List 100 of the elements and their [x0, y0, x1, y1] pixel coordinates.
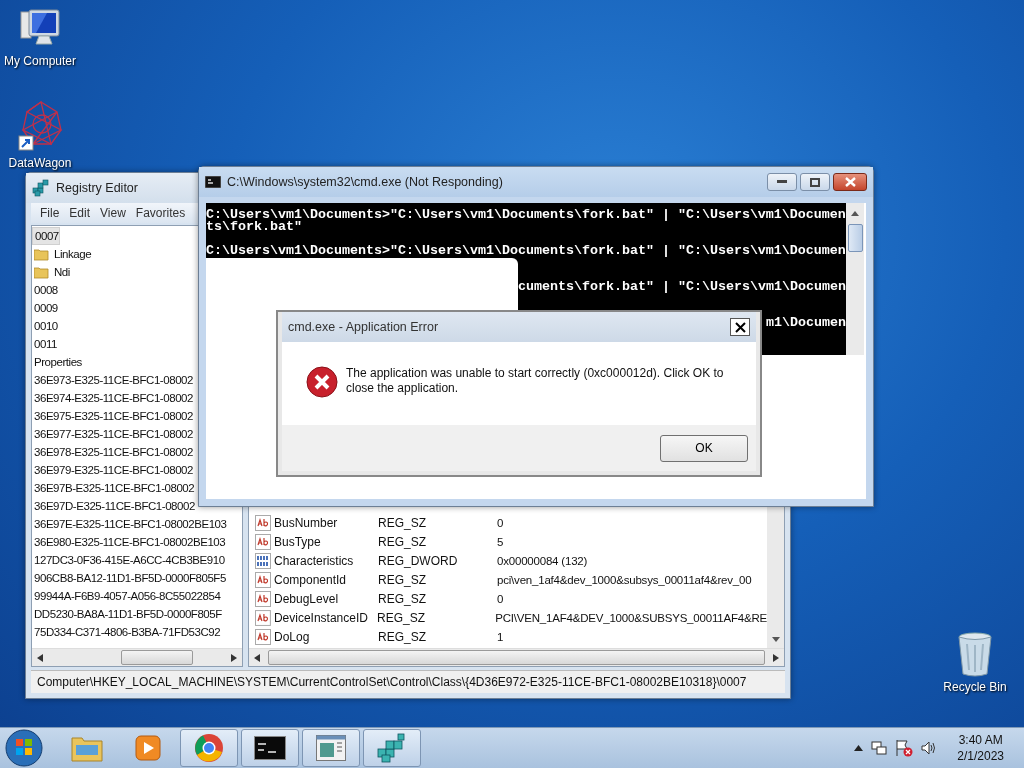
- up-arrow-icon[interactable]: [851, 211, 859, 216]
- tree-item[interactable]: 906CB8-BA12-11D1-BF5D-0000F805F5: [32, 569, 226, 587]
- scroll-thumb[interactable]: [121, 650, 193, 665]
- console-icon: [254, 736, 286, 760]
- window-title: C:\Windows\system32\cmd.exe (Not Responding): [227, 175, 503, 189]
- tree-item[interactable]: 36E97D-E325-11CE-BFC1-08002: [32, 497, 195, 515]
- tree-item[interactable]: 36E974-E325-11CE-BFC1-08002: [32, 389, 193, 407]
- tree-item[interactable]: 0010: [32, 317, 58, 335]
- up-caret-icon[interactable]: [854, 745, 864, 751]
- ok-button[interactable]: OK: [660, 434, 748, 462]
- clock-date[interactable]: 2/1/2023: [957, 748, 1004, 764]
- value-type: REG_SZ: [378, 572, 427, 587]
- close-button[interactable]: [833, 173, 867, 191]
- left-arrow-icon[interactable]: [254, 653, 260, 662]
- value-data: pci\ven_1af4&dev_1000&subsys_00011af4&rev_00: [497, 573, 752, 586]
- string-value-icon: [255, 590, 271, 607]
- tree-item[interactable]: 36E978-E325-11CE-BFC1-08002: [32, 443, 193, 461]
- value-name: BusType: [274, 534, 322, 549]
- maximize-button[interactable]: [800, 173, 830, 191]
- value-name: Characteristics: [274, 553, 355, 568]
- cubes-icon: [376, 733, 408, 763]
- value-type: REG_SZ: [378, 591, 427, 606]
- tree-item[interactable]: 0009: [32, 299, 58, 317]
- value-name: BusNumber: [274, 515, 339, 530]
- desktop-icon-label: Recycle Bin: [943, 680, 1007, 694]
- value-type: REG_SZ: [378, 534, 427, 549]
- tree-item[interactable]: Ndi: [54, 263, 70, 281]
- tree-item[interactable]: 36E979-E325-11CE-BFC1-08002: [32, 461, 193, 479]
- close-icon: [734, 321, 746, 333]
- left-arrow-icon[interactable]: [37, 653, 43, 662]
- value-name: ComponentId: [274, 572, 348, 587]
- string-value-icon: [255, 514, 271, 531]
- window-icon: [316, 735, 346, 761]
- down-arrow-icon[interactable]: [771, 637, 780, 642]
- folder-icon: [71, 734, 103, 762]
- value-type: REG_SZ: [377, 610, 427, 625]
- vertical-scrollbar[interactable]: [767, 506, 784, 648]
- minimize-icon: [777, 180, 787, 184]
- scroll-thumb[interactable]: [847, 224, 863, 252]
- menu-item[interactable]: View: [95, 203, 131, 223]
- value-data: 0: [497, 516, 504, 529]
- value-type: REG_SZ: [378, 629, 427, 644]
- tree-item[interactable]: 127DC3-0F36-415E-A6CC-4CB3BE910: [32, 551, 225, 569]
- value-type: REG_DWORD: [378, 553, 459, 568]
- horizontal-scrollbar[interactable]: [249, 648, 784, 666]
- tree-item[interactable]: 36E975-E325-11CE-BFC1-08002: [32, 407, 193, 425]
- tree-item[interactable]: 0007: [32, 227, 60, 245]
- tree-item[interactable]: Linkage: [54, 245, 92, 263]
- value-name: DoLog: [274, 629, 311, 644]
- error-message: The application was unable to start correctly (0xc000012d). Click OK to close the application.: [346, 366, 725, 396]
- close-icon: [844, 177, 856, 187]
- status-bar: Computer\HKEY_LOCAL_MACHINE\SYSTEM\CurrentControlSet\Control\Class\{4D36E972-E325-11CE-BFC1-08002BE10318}\0007: [31, 670, 785, 693]
- speaker-icon[interactable]: [921, 740, 938, 756]
- maximize-icon: [810, 177, 820, 187]
- recycle-bin-icon[interactable]: [955, 630, 995, 678]
- string-value-icon: [255, 628, 271, 645]
- start-button[interactable]: [4, 728, 44, 768]
- tree-item[interactable]: 36E97B-E325-11CE-BFC1-08002: [32, 479, 195, 497]
- menu-item[interactable]: File: [35, 203, 65, 223]
- tree-item[interactable]: DD5230-BA8A-11D1-BF5D-0000F805F: [32, 605, 222, 623]
- tree-item[interactable]: Properties: [32, 353, 82, 371]
- scroll-thumb[interactable]: [268, 650, 765, 665]
- value-type: REG_SZ: [378, 515, 427, 530]
- console-line: C:\Users\vm1\Documents>"C:\Users\vm1\Documents\fork.bat" | "C:\Users\vm1\Documen: [206, 207, 846, 222]
- value-data: 1: [497, 630, 504, 643]
- close-button[interactable]: [730, 318, 750, 336]
- right-arrow-icon[interactable]: [231, 653, 237, 662]
- flag-icon[interactable]: [895, 739, 914, 757]
- folder-icon: [34, 265, 49, 279]
- taskbar-button[interactable]: [241, 729, 299, 767]
- minimize-button[interactable]: [767, 173, 797, 191]
- string-value-icon: [255, 609, 271, 626]
- tree-item[interactable]: 36E980-E325-11CE-BFC1-08002BE103: [32, 533, 226, 551]
- value-data: 5: [497, 535, 504, 548]
- clock-time[interactable]: 3:40 AM: [958, 732, 1003, 748]
- tree-item[interactable]: 36E977-E325-11CE-BFC1-08002: [32, 425, 193, 443]
- console-line: cuments\fork.bat" | "C:\Users\vm1\Documen: [518, 279, 846, 294]
- console-line: ts\fork.bat": [206, 219, 302, 234]
- vertical-scrollbar[interactable]: [846, 203, 864, 355]
- tree-item[interactable]: 0011: [32, 335, 57, 353]
- console-icon: [205, 176, 221, 188]
- binary-value-icon: [255, 552, 271, 569]
- horizontal-scrollbar[interactable]: [32, 648, 242, 666]
- browser-icon: [194, 733, 224, 763]
- menu-item[interactable]: Favorites: [130, 203, 191, 223]
- error-icon: [306, 366, 338, 398]
- network-icon[interactable]: [871, 740, 888, 756]
- dialog-title: cmd.exe - Application Error: [288, 320, 439, 334]
- value-name: DeviceInstanceID: [273, 610, 369, 625]
- tree-item[interactable]: 99944A-F6B9-4057-A056-8C55022854: [32, 587, 221, 605]
- window-title: Registry Editor: [56, 181, 138, 195]
- tree-item[interactable]: 36E973-E325-11CE-BFC1-08002: [32, 371, 193, 389]
- tree-item[interactable]: 36E97E-E325-11CE-BFC1-08002BE103: [32, 515, 227, 533]
- tree-item[interactable]: 75D334-C371-4806-B3BA-71FD53C92: [32, 623, 221, 641]
- menu-item[interactable]: Edit: [64, 203, 96, 223]
- desktop-icon-label: My Computer: [4, 54, 76, 68]
- tree-item[interactable]: 0008: [32, 281, 58, 299]
- right-arrow-icon[interactable]: [773, 653, 779, 662]
- console-line: m1\Documen: [766, 315, 846, 330]
- star-network-icon[interactable]: [17, 100, 63, 154]
